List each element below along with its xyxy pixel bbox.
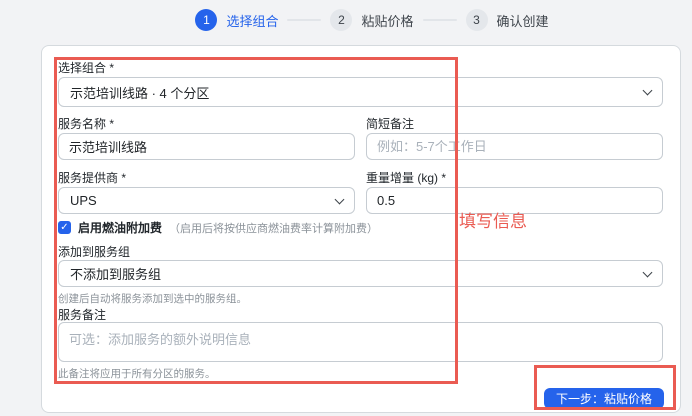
step-confirm-create[interactable]: 3 确认创建 (465, 9, 549, 31)
step-1-label: 选择组合 (226, 13, 279, 29)
step-3-circle: 3 (465, 9, 488, 31)
short-note-label: 简短备注 (366, 117, 415, 131)
combo-select[interactable]: 示范培训线路 · 4 个分区 (58, 77, 663, 107)
provider-select[interactable]: UPS (58, 187, 355, 214)
stepper-connector (287, 19, 322, 21)
stepper-connector (422, 19, 457, 21)
service-group-select[interactable]: 不添加到服务组 (58, 260, 663, 287)
step-1-circle: 1 (195, 9, 218, 31)
service-note-label: 服务备注 (58, 308, 107, 322)
service-name-label: 服务名称 * (58, 117, 115, 131)
service-note-helper: 此备注将应用于所有分区的服务。 (58, 368, 216, 380)
service-group-select-value: 不添加到服务组 (70, 267, 162, 282)
combo-select-label: 选择组合 * (58, 61, 115, 75)
annotation-fill-info-label: 填写信息 (459, 212, 527, 231)
fuel-surcharge-row: ✓ 启用燃油附加费 （启用后将按供应商燃油费率计算附加费） (58, 219, 378, 236)
create-service-card: 选择组合 * 示范培训线路 · 4 个分区 服务名称 * 简短备注 服务提供商 … (41, 45, 681, 413)
step-2-label: 粘贴价格 (361, 13, 414, 29)
combo-select-value: 示范培训线路 · 4 个分区 (70, 85, 210, 101)
fuel-surcharge-hint: （启用后将按供应商燃油费率计算附加费） (169, 222, 379, 235)
next-step-button[interactable]: 下一步：粘贴价格 (543, 388, 664, 409)
service-group-label: 添加到服务组 (58, 245, 131, 259)
weight-increment-label: 重量增量 (kg) * (366, 171, 447, 185)
step-select-combo[interactable]: 1 选择组合 (195, 9, 278, 31)
service-note-textarea[interactable] (58, 322, 663, 362)
provider-select-value: UPS (70, 193, 97, 208)
wizard-stepper: 1 选择组合 2 粘贴价格 3 确认创建 (0, 7, 692, 33)
provider-label: 服务提供商 * (58, 171, 127, 185)
short-note-input[interactable] (366, 133, 663, 160)
fuel-surcharge-label: 启用燃油附加费 (78, 221, 163, 235)
chevron-down-icon (642, 267, 653, 277)
fuel-surcharge-checkbox[interactable]: ✓ (58, 221, 71, 234)
step-paste-prices[interactable]: 2 粘贴价格 (330, 9, 414, 31)
step-2-circle: 2 (330, 9, 353, 31)
chevron-down-icon (642, 85, 653, 96)
service-name-input[interactable] (58, 133, 355, 160)
chevron-down-icon (334, 194, 345, 204)
step-3-label: 确认创建 (496, 13, 549, 29)
service-group-helper: 创建后自动将服务添加到选中的服务组。 (58, 293, 247, 305)
